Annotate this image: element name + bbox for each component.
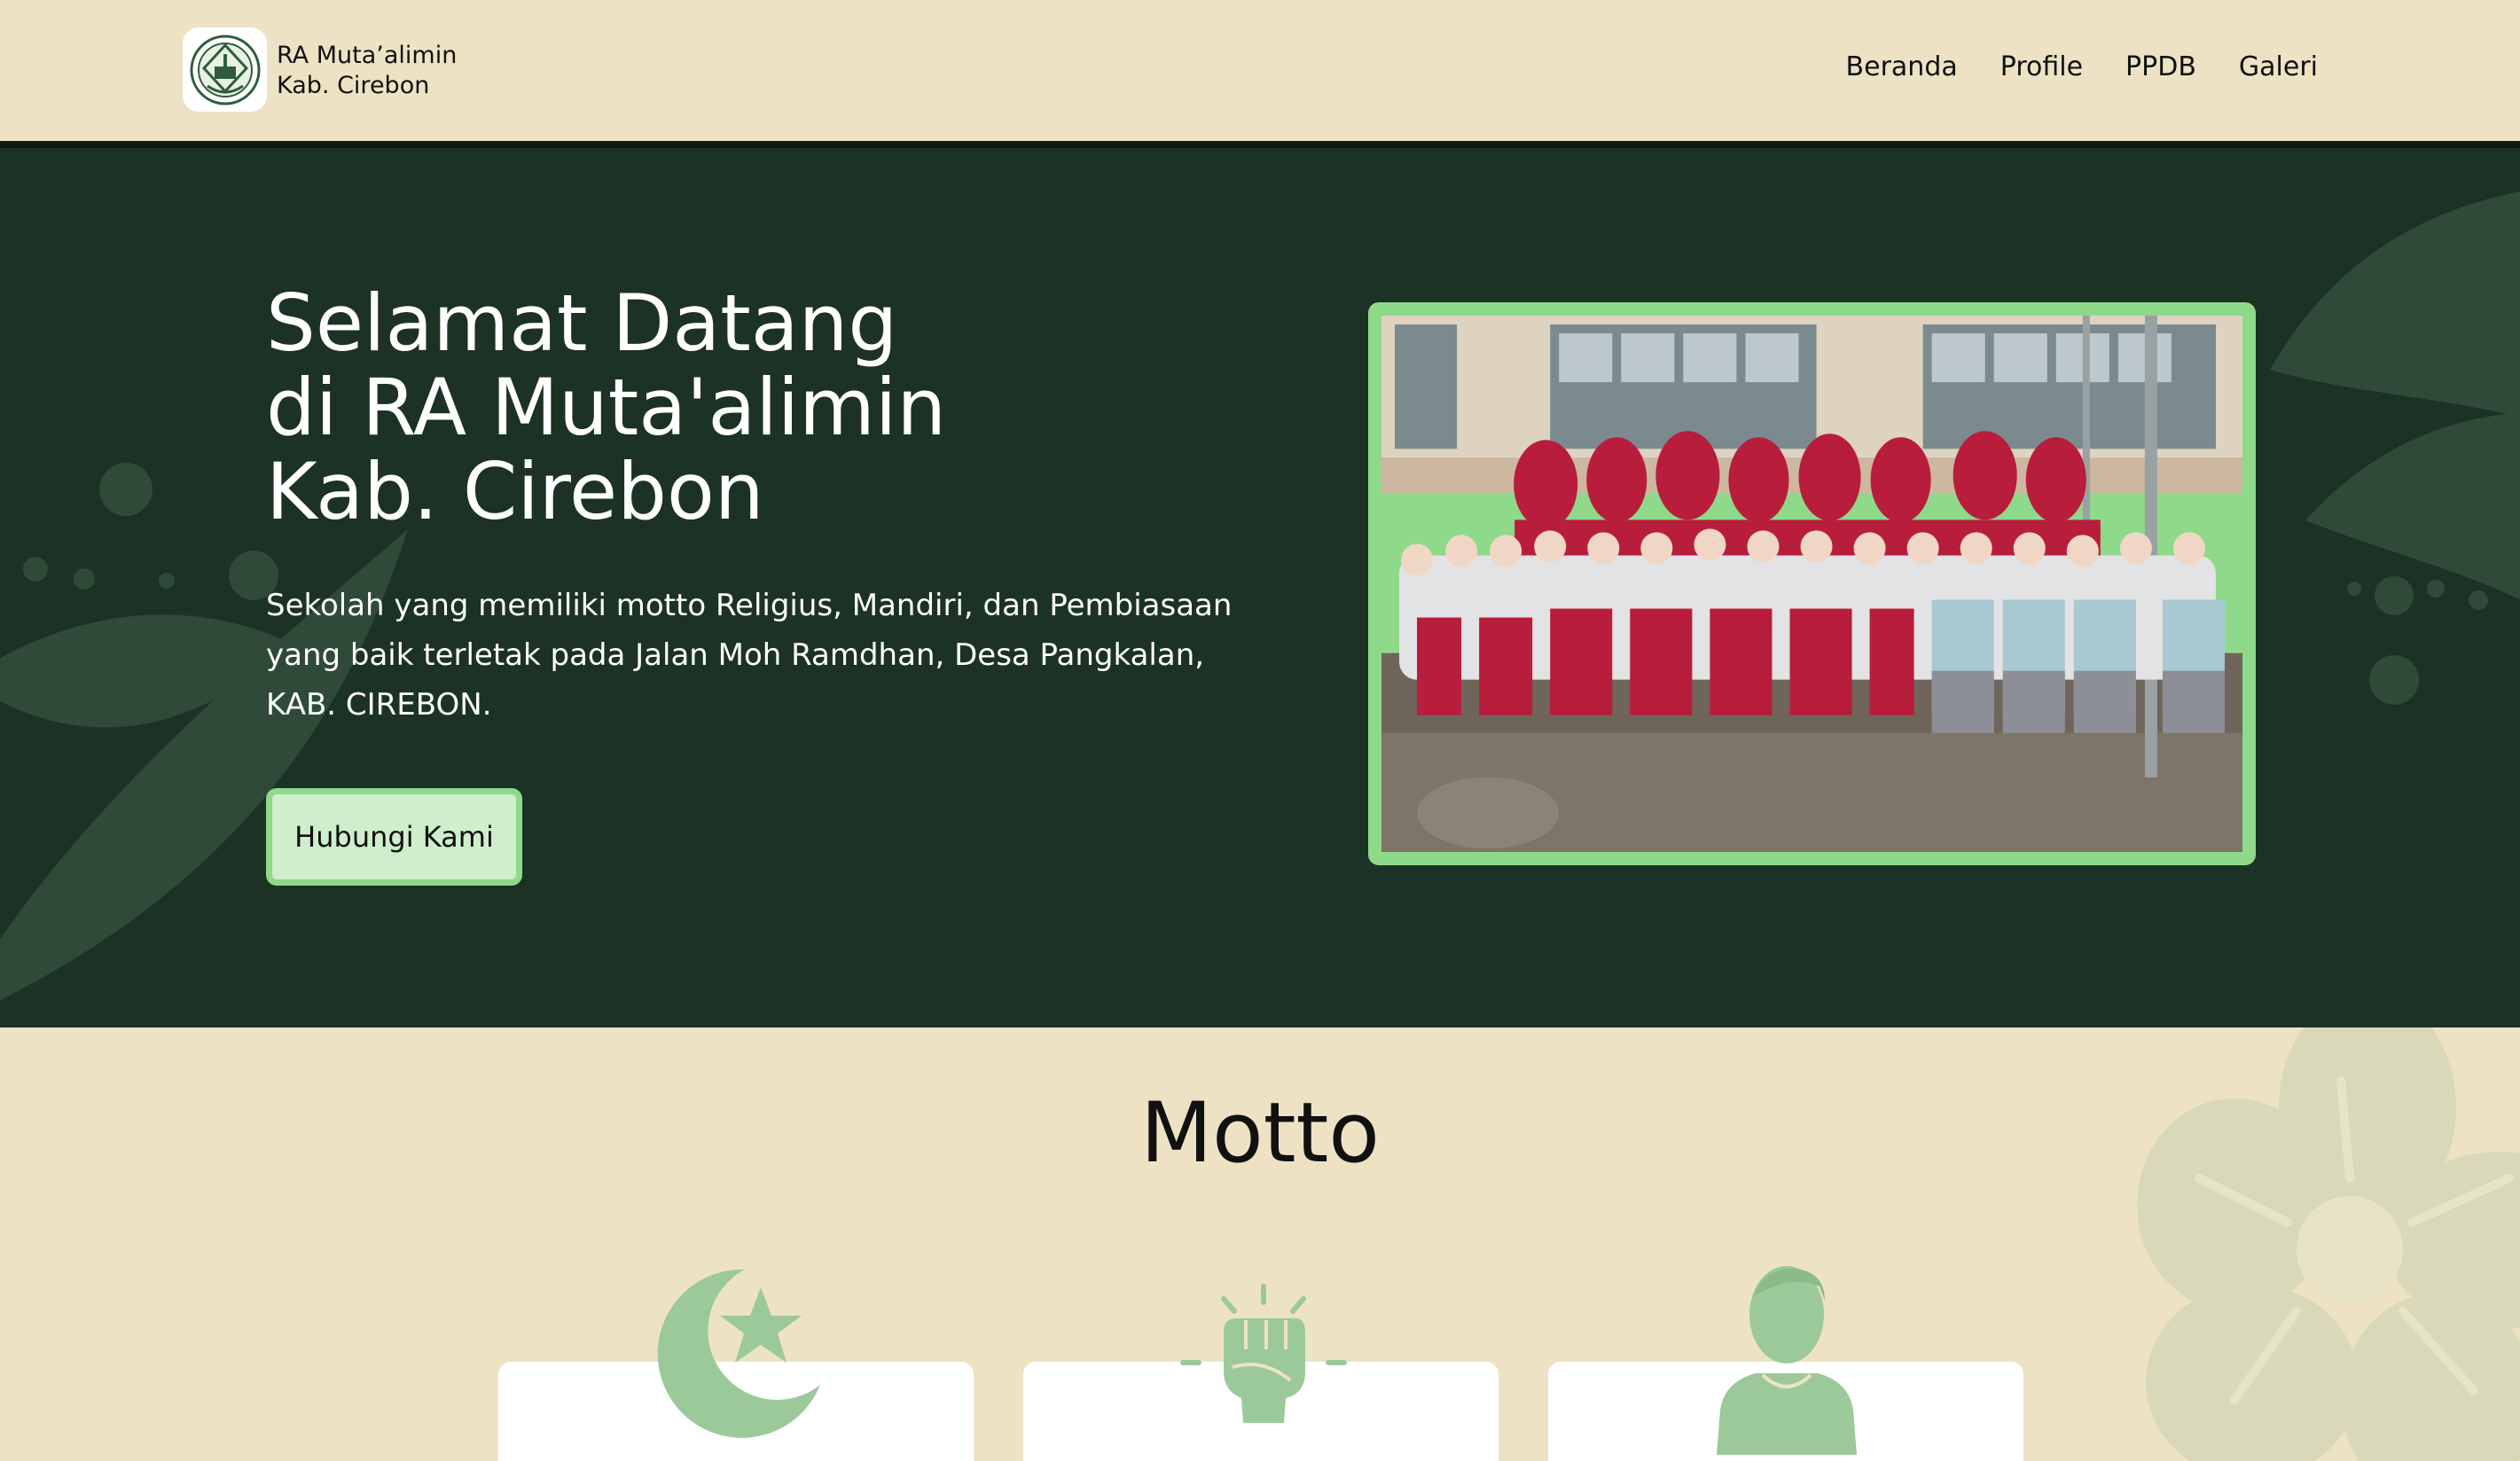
motto-section: Motto	[0, 1027, 2520, 1461]
hero-title-line1: Selamat Datang	[266, 277, 898, 369]
contact-us-button[interactable]: Hubungi Kami	[266, 788, 522, 886]
school-name-line1: RA Muta’alimin	[277, 42, 458, 69]
school-logo[interactable]	[183, 27, 267, 112]
hero-title-line2: di RA Muta'alimin	[266, 362, 947, 453]
group-photo	[1381, 316, 2242, 852]
hero-section: Selamat Datang di RA Muta'alimin Kab. Ci…	[0, 148, 2520, 1027]
hero-photo-frame	[1368, 302, 2256, 865]
main-nav: Beranda Profile PPDB Galeri	[1846, 51, 2318, 82]
site-header: RA Muta’alimin Kab. Cirebon Beranda Prof…	[0, 0, 2520, 148]
crescent-star-icon	[657, 1269, 820, 1438]
hero-description: Sekolah yang memiliki motto Religius, Ma…	[266, 588, 1233, 723]
nav-galeri[interactable]: Galeri	[2239, 51, 2318, 82]
nav-beranda[interactable]: Beranda	[1846, 51, 1958, 82]
school-name-line2: Kab. Cirebon	[277, 72, 430, 99]
hero-title: Selamat Datang di RA Muta'alimin Kab. Ci…	[266, 281, 1064, 534]
school-emblem-icon	[190, 35, 260, 105]
school-name[interactable]: RA Muta’alimin Kab. Cirebon	[277, 41, 457, 101]
nav-ppdb[interactable]: PPDB	[2125, 51, 2196, 82]
nav-profile[interactable]: Profile	[2000, 51, 2083, 82]
motto-title: Motto	[1140, 1085, 1380, 1182]
person-icon	[1717, 1266, 1857, 1455]
raised-fist-icon	[1180, 1284, 1347, 1423]
hero-title-line3: Kab. Cirebon	[266, 446, 764, 537]
